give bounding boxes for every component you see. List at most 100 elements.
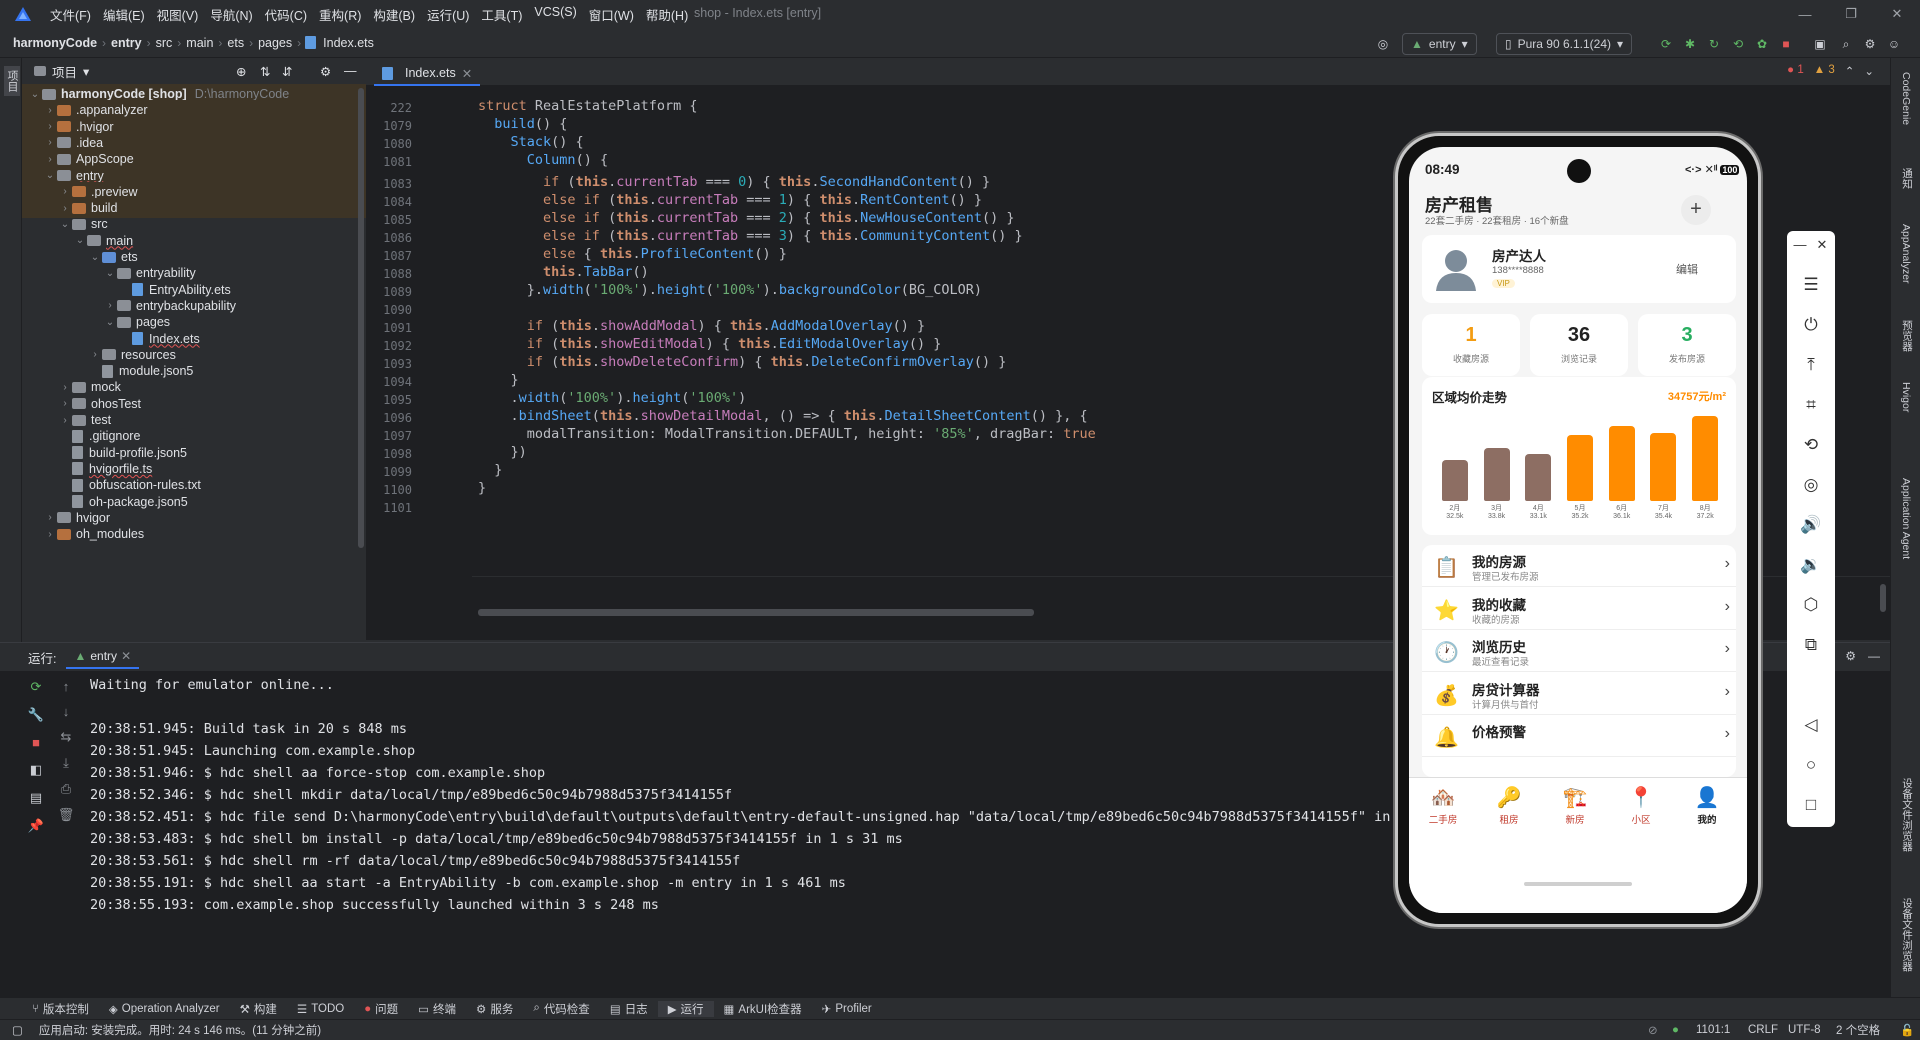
hide-panel-icon[interactable]: — <box>344 64 357 78</box>
stop-icon[interactable]: ■ <box>32 735 40 750</box>
tree-row[interactable]: › oh_modules <box>22 524 366 544</box>
chevron-down-icon[interactable]: ⌄ <box>103 317 117 328</box>
chevron-right-icon[interactable]: › <box>88 349 102 360</box>
right-tool-button[interactable]: Application Agent <box>1900 478 1912 559</box>
volume-up-icon[interactable]: 🔊 <box>1787 515 1835 535</box>
chevron-right-icon[interactable]: › <box>58 398 72 409</box>
rerun-icon[interactable]: ⟳ <box>1656 33 1676 55</box>
minimize-emulator-icon[interactable]: — <box>1789 237 1811 252</box>
hide-panel-icon[interactable]: — <box>1868 649 1880 663</box>
chevron-down-icon[interactable]: ⌄ <box>43 170 57 181</box>
add-listing-button[interactable]: + <box>1681 195 1711 225</box>
breadcrumb-item[interactable]: src <box>153 36 176 50</box>
breadcrumb-item[interactable]: Index.ets <box>320 36 377 50</box>
chevron-down-icon[interactable]: ⌄ <box>28 89 42 100</box>
locate-icon[interactable]: ◎ <box>1372 33 1394 55</box>
status-message[interactable]: 应用启动: 安装完成。用时: 24 s 146 ms。(11 分钟之前) <box>23 1022 321 1038</box>
menu-item[interactable]: 导航(N) <box>204 5 258 24</box>
gear-icon[interactable]: ⚙ <box>320 64 331 79</box>
profile-card[interactable]: 房产达人 138****8888 VIP 编辑 <box>1422 235 1736 303</box>
arrow-down-icon[interactable]: ↓ <box>63 704 70 719</box>
wrench-icon[interactable]: 🔧 <box>28 707 44 723</box>
recents-icon[interactable]: □ <box>1787 795 1835 815</box>
tool-window-button[interactable]: ▭ 终端 <box>408 1001 466 1017</box>
maximize-button[interactable]: ❐ <box>1828 0 1874 28</box>
menu-item[interactable]: 视图(V) <box>151 5 205 24</box>
chevron-down-icon[interactable]: ⌄ <box>73 235 87 246</box>
back-icon[interactable]: ◁ <box>1787 715 1835 735</box>
tab-index-ets[interactable]: Index.ets ✕ <box>374 62 481 86</box>
chevron-right-icon[interactable]: › <box>43 529 57 540</box>
gear-icon[interactable]: ⚙ <box>1845 649 1856 663</box>
indent-setting[interactable]: 2 个空格 <box>1836 1022 1880 1038</box>
right-tool-button[interactable]: 设备文件浏览器 <box>1900 778 1915 852</box>
menu-row[interactable]: 💰 房贷计算器 计算月供与首付 › <box>1422 673 1736 715</box>
stat-card[interactable]: 36 浏览记录 <box>1530 314 1628 376</box>
stat-card[interactable]: 1 收藏房源 <box>1422 314 1520 376</box>
home-icon[interactable]: ○ <box>1787 755 1835 775</box>
chevron-right-icon[interactable]: › <box>103 300 117 311</box>
breadcrumb-item[interactable]: harmonyCode <box>10 36 100 50</box>
tool-window-button[interactable]: ✈ Profiler <box>812 1002 882 1016</box>
right-tool-button[interactable]: CodeGenie <box>1900 72 1912 125</box>
breadcrumb-item[interactable]: main <box>183 36 216 50</box>
chevron-right-icon[interactable]: › <box>43 121 57 132</box>
lock-icon[interactable]: 🔓 <box>1900 1023 1914 1037</box>
camera-icon[interactable]: ◧ <box>30 762 42 778</box>
inspection-widget[interactable]: ● 1 ▲ 3 ⌃ ⌄ <box>1787 64 1874 78</box>
chevron-right-icon[interactable]: › <box>58 415 72 426</box>
debug-icon[interactable]: ✱ <box>1680 33 1700 55</box>
locate-file-icon[interactable]: ⊕ <box>236 64 246 79</box>
chevron-down-icon[interactable]: ⌄ <box>58 219 72 230</box>
menu-row[interactable]: ⭐ 我的收藏 收藏的房源 › <box>1422 588 1736 630</box>
soft-wrap-icon[interactable]: ⇆ <box>61 729 72 745</box>
breadcrumb-item[interactable]: pages <box>255 36 295 50</box>
right-tool-button[interactable]: AppAnalyzer <box>1900 224 1912 284</box>
close-tab-icon[interactable]: ✕ <box>121 649 131 663</box>
emulator-screen[interactable]: 08:49 <·> ✕ᴵˡ 100 房产租售 22套二手房 · 22套租房 · … <box>1409 147 1747 913</box>
caret-position[interactable]: 1101:1 <box>1696 1024 1730 1036</box>
right-tool-button[interactable]: 通知 <box>1900 168 1915 189</box>
pin-icon[interactable]: 📌 <box>28 818 44 834</box>
tab-bar-item[interactable]: 🏘️ 二手房 <box>1413 784 1473 826</box>
tab-bar-item[interactable]: 📍 小区 <box>1611 784 1671 826</box>
profile-icon[interactable]: ✿ <box>1752 33 1772 55</box>
tool-window-button[interactable]: ⚒ 构建 <box>230 1001 287 1017</box>
chevron-down-icon[interactable]: ⌄ <box>1864 64 1874 78</box>
chevron-right-icon[interactable]: › <box>58 186 72 197</box>
edit-profile-button[interactable]: 编辑 <box>1676 261 1698 277</box>
close-emulator-icon[interactable]: ✕ <box>1811 237 1833 253</box>
horizontal-scrollbar[interactable] <box>478 609 1034 616</box>
chevron-right-icon[interactable]: › <box>43 105 57 116</box>
project-tool-button[interactable]: 项目 <box>4 66 20 96</box>
menu-item[interactable]: 文件(F) <box>44 5 97 24</box>
run-tab-entry[interactable]: ▲ entry ✕ <box>66 645 140 669</box>
close-window-button[interactable]: ✕ <box>1874 0 1920 28</box>
chevron-right-icon[interactable]: › <box>43 137 57 148</box>
tab-bar-item[interactable]: 🔑 租房 <box>1479 784 1539 826</box>
apply-changes-icon[interactable]: ↻ <box>1704 33 1724 55</box>
breadcrumb-item[interactable]: ets <box>224 36 247 50</box>
tool-window-button[interactable]: ⌕ 代码检查 <box>523 1001 599 1017</box>
home-indicator[interactable] <box>1524 882 1632 886</box>
attach-debugger-icon[interactable]: ⟲ <box>1728 33 1748 55</box>
print-icon[interactable]: ⎙ <box>61 781 71 797</box>
copy-icon[interactable]: ⧉ <box>1787 635 1835 655</box>
tool-window-button[interactable]: ⑂ 版本控制 <box>0 1001 99 1017</box>
expand-all-icon[interactable]: ⇅ <box>260 64 270 79</box>
tool-window-button[interactable]: ● 问题 <box>354 1001 408 1017</box>
collapse-all-icon[interactable]: ⇵ <box>282 64 292 79</box>
device-selector[interactable]: ▯ Pura 90 6.1.1(24) ▾ <box>1496 33 1633 55</box>
chevron-right-icon[interactable]: › <box>43 154 57 165</box>
chevron-right-icon[interactable]: › <box>58 382 72 393</box>
layout-icon[interactable]: ▢ <box>0 1023 23 1037</box>
line-ending[interactable]: CRLF <box>1748 1024 1778 1036</box>
breadcrumb-item[interactable]: entry <box>108 36 145 50</box>
right-tool-button[interactable]: Hvigor <box>1900 382 1912 412</box>
fold-icon[interactable]: ⬡ <box>1787 595 1835 615</box>
tab-bar-item[interactable]: 👤 我的 <box>1677 784 1737 826</box>
module-selector[interactable]: ▲ entry ▾ <box>1402 33 1477 55</box>
tab-bar-item[interactable]: 🏗️ 新房 <box>1545 784 1605 826</box>
scroll-to-end-icon[interactable]: ⤓ <box>63 755 69 771</box>
tool-window-button[interactable]: ▦ ArkUI检查器 <box>714 1001 812 1017</box>
